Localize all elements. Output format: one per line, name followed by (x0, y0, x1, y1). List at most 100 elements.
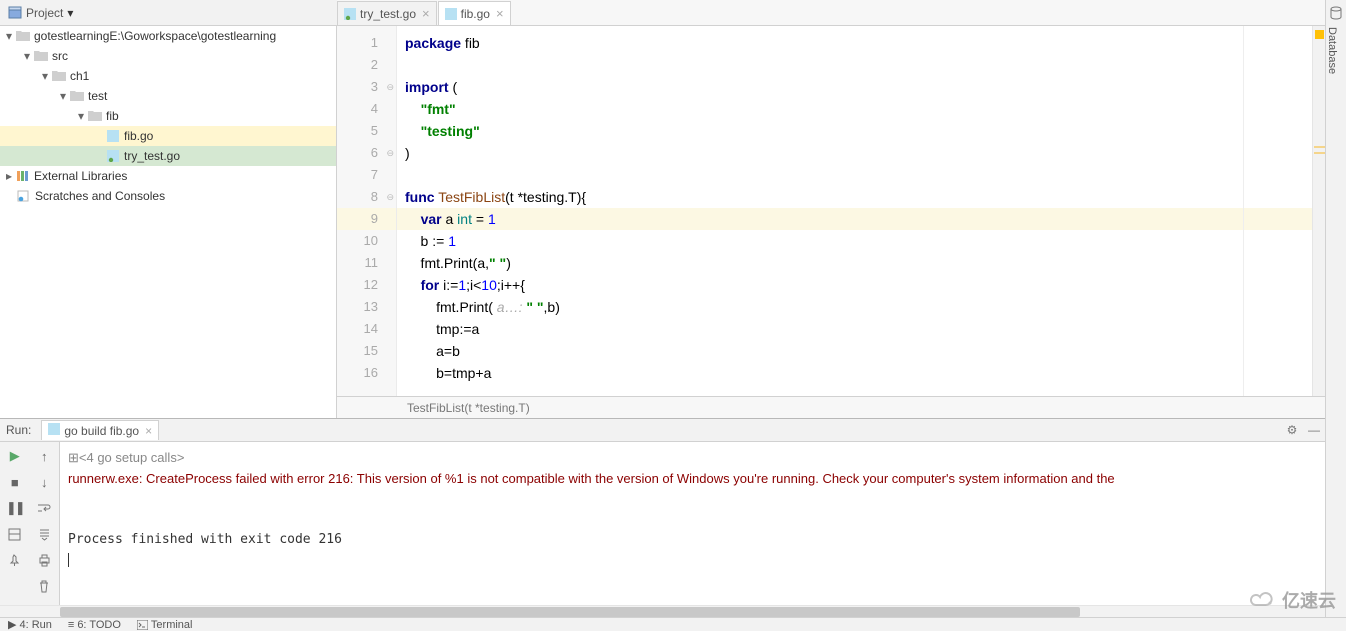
line-number[interactable]: 11 (337, 252, 396, 274)
breadcrumb[interactable]: TestFibList(t *testing.T) (407, 401, 530, 415)
close-icon[interactable]: × (496, 6, 504, 21)
code-line[interactable]: b=tmp+a (397, 362, 1312, 384)
code-line[interactable]: a=b (397, 340, 1312, 362)
line-number[interactable]: 5 (337, 120, 396, 142)
pin-icon[interactable] (5, 550, 25, 570)
database-icon[interactable] (1329, 6, 1343, 23)
folder-icon (70, 89, 84, 103)
stop-icon[interactable]: ■ (5, 472, 25, 492)
line-number[interactable]: 14 (337, 318, 396, 340)
run-console[interactable]: ⊞<4 go setup calls> runnerw.exe: CreateP… (60, 442, 1325, 605)
tree-scratches[interactable]: Scratches and Consoles (0, 186, 336, 206)
editor-scrollbar[interactable] (1312, 26, 1325, 418)
tree-ch1[interactable]: ▾ ch1 (0, 66, 336, 86)
code-line[interactable]: tmp:=a (397, 318, 1312, 340)
status-terminal-button[interactable]: Terminal (129, 619, 201, 631)
line-number[interactable]: 1 (337, 32, 396, 54)
line-number[interactable]: 13 (337, 296, 396, 318)
line-number[interactable]: 10 (337, 230, 396, 252)
line-number[interactable]: 15 (337, 340, 396, 362)
code-line[interactable] (397, 164, 1312, 186)
line-number[interactable]: 2 (337, 54, 396, 76)
folder-icon (88, 109, 102, 123)
code-line[interactable]: package fib (397, 32, 1312, 54)
tree-root[interactable]: ▾ gotestlearning E:\Goworkspace\gotestle… (0, 26, 336, 46)
code-line[interactable]: fmt.Print(a," ") (397, 252, 1312, 274)
scroll-end-icon[interactable] (34, 524, 54, 544)
chevron-down-icon[interactable]: ▾ (76, 109, 86, 123)
tree-label: test (88, 89, 107, 103)
code-line[interactable]: var a int = 1 (397, 208, 1312, 230)
line-number[interactable]: 12 (337, 274, 396, 296)
code-line[interactable]: for i:=1;i<10;i++{ (397, 274, 1312, 296)
delete-icon[interactable] (34, 576, 54, 596)
down-stack-icon[interactable]: ↓ (34, 472, 54, 492)
project-icon (8, 6, 22, 20)
status-run-button[interactable]: ▶ 4: Run (0, 618, 60, 631)
code-line[interactable]: "testing" (397, 120, 1312, 142)
tab-try-test-go[interactable]: try_test.go × (337, 1, 437, 25)
chevron-down-icon[interactable]: ▾ (40, 69, 50, 83)
code-line[interactable]: func TestFibList(t *testing.T){ (397, 186, 1312, 208)
line-number[interactable]: 3⊖ (337, 76, 396, 98)
run-toolbar: ▶ ■ ❚❚ ↑ ↓ (0, 442, 60, 605)
chevron-right-icon[interactable]: ▸ (4, 169, 14, 183)
chevron-down-icon[interactable]: ▾ (4, 29, 14, 43)
tree-label: ch1 (70, 69, 89, 83)
line-number[interactable]: 6⊖ (337, 142, 396, 164)
line-number[interactable]: 4 (337, 98, 396, 120)
tree-test[interactable]: ▾ test (0, 86, 336, 106)
soft-wrap-icon[interactable] (34, 498, 54, 518)
code-line[interactable]: "fmt" (397, 98, 1312, 120)
status-todo-button[interactable]: ≡ 6: TODO (60, 619, 129, 631)
analysis-warning-icon[interactable] (1315, 30, 1324, 39)
code-line[interactable]: fmt.Print( a…: " ",b) (397, 296, 1312, 318)
tab-fib-go[interactable]: fib.go × (438, 1, 511, 25)
line-number[interactable]: 7 (337, 164, 396, 186)
line-number[interactable]: 16 (337, 362, 396, 384)
hide-run-panel-icon[interactable]: — (1303, 423, 1325, 437)
go-file-icon (344, 8, 356, 20)
marker[interactable] (1314, 146, 1325, 148)
code-line[interactable]: ) (397, 142, 1312, 164)
database-label[interactable]: Database (1326, 27, 1338, 74)
project-label[interactable]: Project (26, 6, 63, 20)
tree-label: src (52, 49, 68, 63)
go-test-file-icon (106, 149, 120, 163)
tree-src[interactable]: ▾ src (0, 46, 336, 66)
project-tree[interactable]: ▾ gotestlearning E:\Goworkspace\gotestle… (0, 26, 337, 418)
scratches-icon (17, 189, 31, 203)
tab-label: try_test.go (360, 7, 416, 21)
tree-label: try_test.go (124, 149, 180, 163)
project-selector-arrow-icon[interactable]: ▾ (67, 6, 73, 20)
code-line[interactable]: import ( (397, 76, 1312, 98)
layout-icon[interactable] (5, 524, 25, 544)
breadcrumb-bar[interactable]: TestFibList(t *testing.T) (337, 396, 1325, 418)
run-config-tab[interactable]: go build fib.go × (41, 420, 159, 440)
line-number[interactable]: 9 (337, 208, 396, 230)
code-line[interactable] (397, 54, 1312, 76)
editor-gutter[interactable]: 123⊖456⊖78⊖910111213141516 (337, 26, 397, 418)
close-icon[interactable]: × (145, 424, 152, 438)
line-number[interactable]: 8⊖ (337, 186, 396, 208)
folder-icon (16, 29, 30, 43)
pause-icon[interactable]: ❚❚ (5, 498, 25, 518)
tree-file-try-test-go[interactable]: try_test.go (0, 146, 336, 166)
run-h-scrollbar[interactable] (0, 605, 1325, 617)
run-settings-gear-icon[interactable]: ⚙ (1281, 423, 1303, 437)
chevron-down-icon[interactable]: ▾ (58, 89, 68, 103)
chevron-down-icon[interactable]: ▾ (22, 49, 32, 63)
tree-external-libraries[interactable]: ▸ External Libraries (0, 166, 336, 186)
code-line[interactable]: b := 1 (397, 230, 1312, 252)
tree-label: fib.go (124, 129, 153, 143)
code-area[interactable]: package fib import ( "fmt" "testing") func… (397, 26, 1312, 418)
print-icon[interactable] (34, 550, 54, 570)
tree-file-fib-go[interactable]: fib.go (0, 126, 336, 146)
editor[interactable]: 123⊖456⊖78⊖910111213141516 package fibim… (337, 26, 1325, 418)
close-icon[interactable]: × (422, 6, 430, 21)
scroll-thumb[interactable] (60, 607, 1080, 617)
marker[interactable] (1314, 152, 1325, 154)
rerun-icon[interactable]: ▶ (5, 446, 25, 466)
up-stack-icon[interactable]: ↑ (34, 446, 54, 466)
tree-fib[interactable]: ▾ fib (0, 106, 336, 126)
